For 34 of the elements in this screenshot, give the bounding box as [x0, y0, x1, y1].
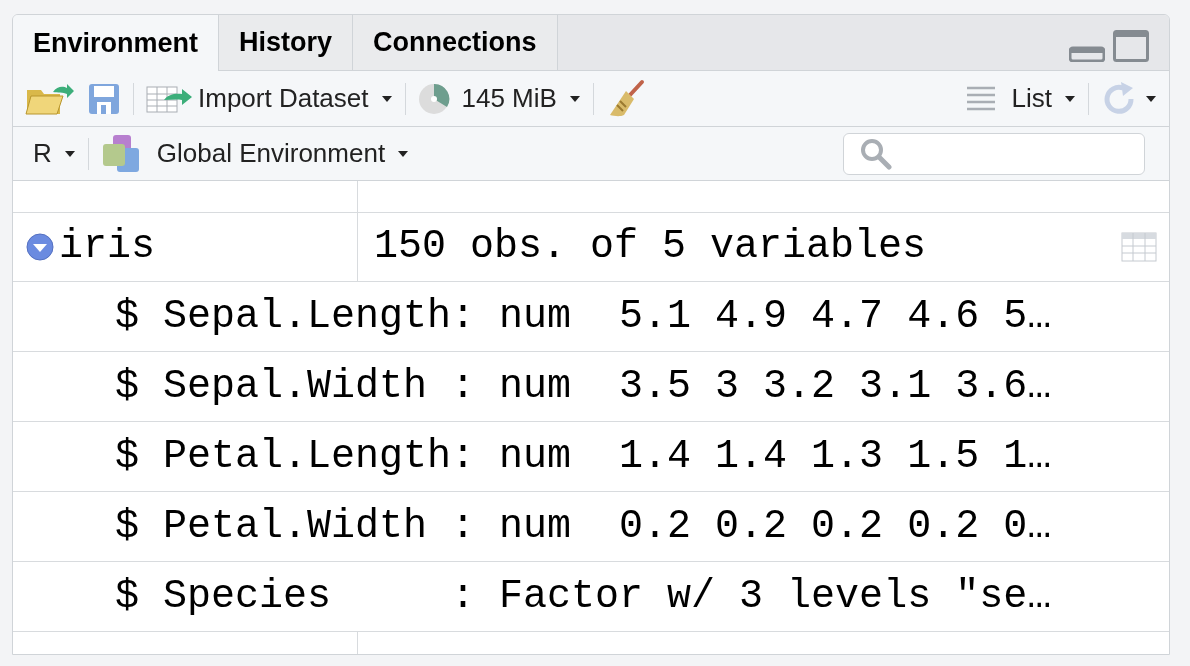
search-field[interactable] [843, 132, 1145, 175]
table-import-icon [146, 83, 194, 114]
caret-icon [568, 94, 581, 103]
pie-chart-icon [417, 82, 450, 115]
environment-dropdown[interactable]: Global Environment [100, 133, 410, 174]
column-structure: $ Species : Factor w/ 3 levels "se… [115, 572, 1052, 621]
object-summary: 150 obs. of 5 variables [373, 223, 928, 271]
tab[interactable]: Connections [353, 15, 558, 70]
caret-icon [1145, 94, 1157, 103]
save-icon[interactable] [87, 81, 121, 116]
list-icon [965, 85, 996, 112]
object-name: iris [59, 223, 155, 271]
language-dropdown[interactable]: R [33, 134, 76, 173]
import-dataset-button[interactable]: Import Dataset [146, 79, 393, 118]
environment-icon [100, 133, 141, 174]
collapse-icon[interactable] [25, 232, 55, 262]
memory-usage-button[interactable]: 145 MiB [417, 79, 581, 118]
minimize-icon[interactable] [1069, 44, 1105, 62]
caret-icon [397, 149, 410, 158]
caret-icon [380, 94, 393, 103]
maximize-icon[interactable] [1113, 30, 1149, 62]
caret-icon [63, 149, 76, 158]
table-icon[interactable] [1121, 232, 1157, 262]
caret-icon [1064, 94, 1076, 103]
column-structure: $ Petal.Width : num 0.2 0.2 0.2 0.2 0… [115, 502, 1052, 551]
tab[interactable]: Environment [13, 15, 220, 71]
open-folder-icon[interactable] [25, 81, 75, 116]
search-icon [860, 137, 892, 170]
tab[interactable]: History [219, 15, 354, 70]
column-structure: $ Sepal.Length: num 5.1 4.9 4.7 4.6 5… [115, 292, 1052, 341]
column-structure: $ Petal.Length: num 1.4 1.4 1.3 1.5 1… [115, 432, 1052, 481]
refresh-button[interactable] [1101, 80, 1157, 117]
column-structure: $ Sepal.Width : num 3.5 3 3.2 3.1 3.6… [115, 362, 1052, 411]
view-mode-button[interactable]: List [965, 79, 1076, 118]
